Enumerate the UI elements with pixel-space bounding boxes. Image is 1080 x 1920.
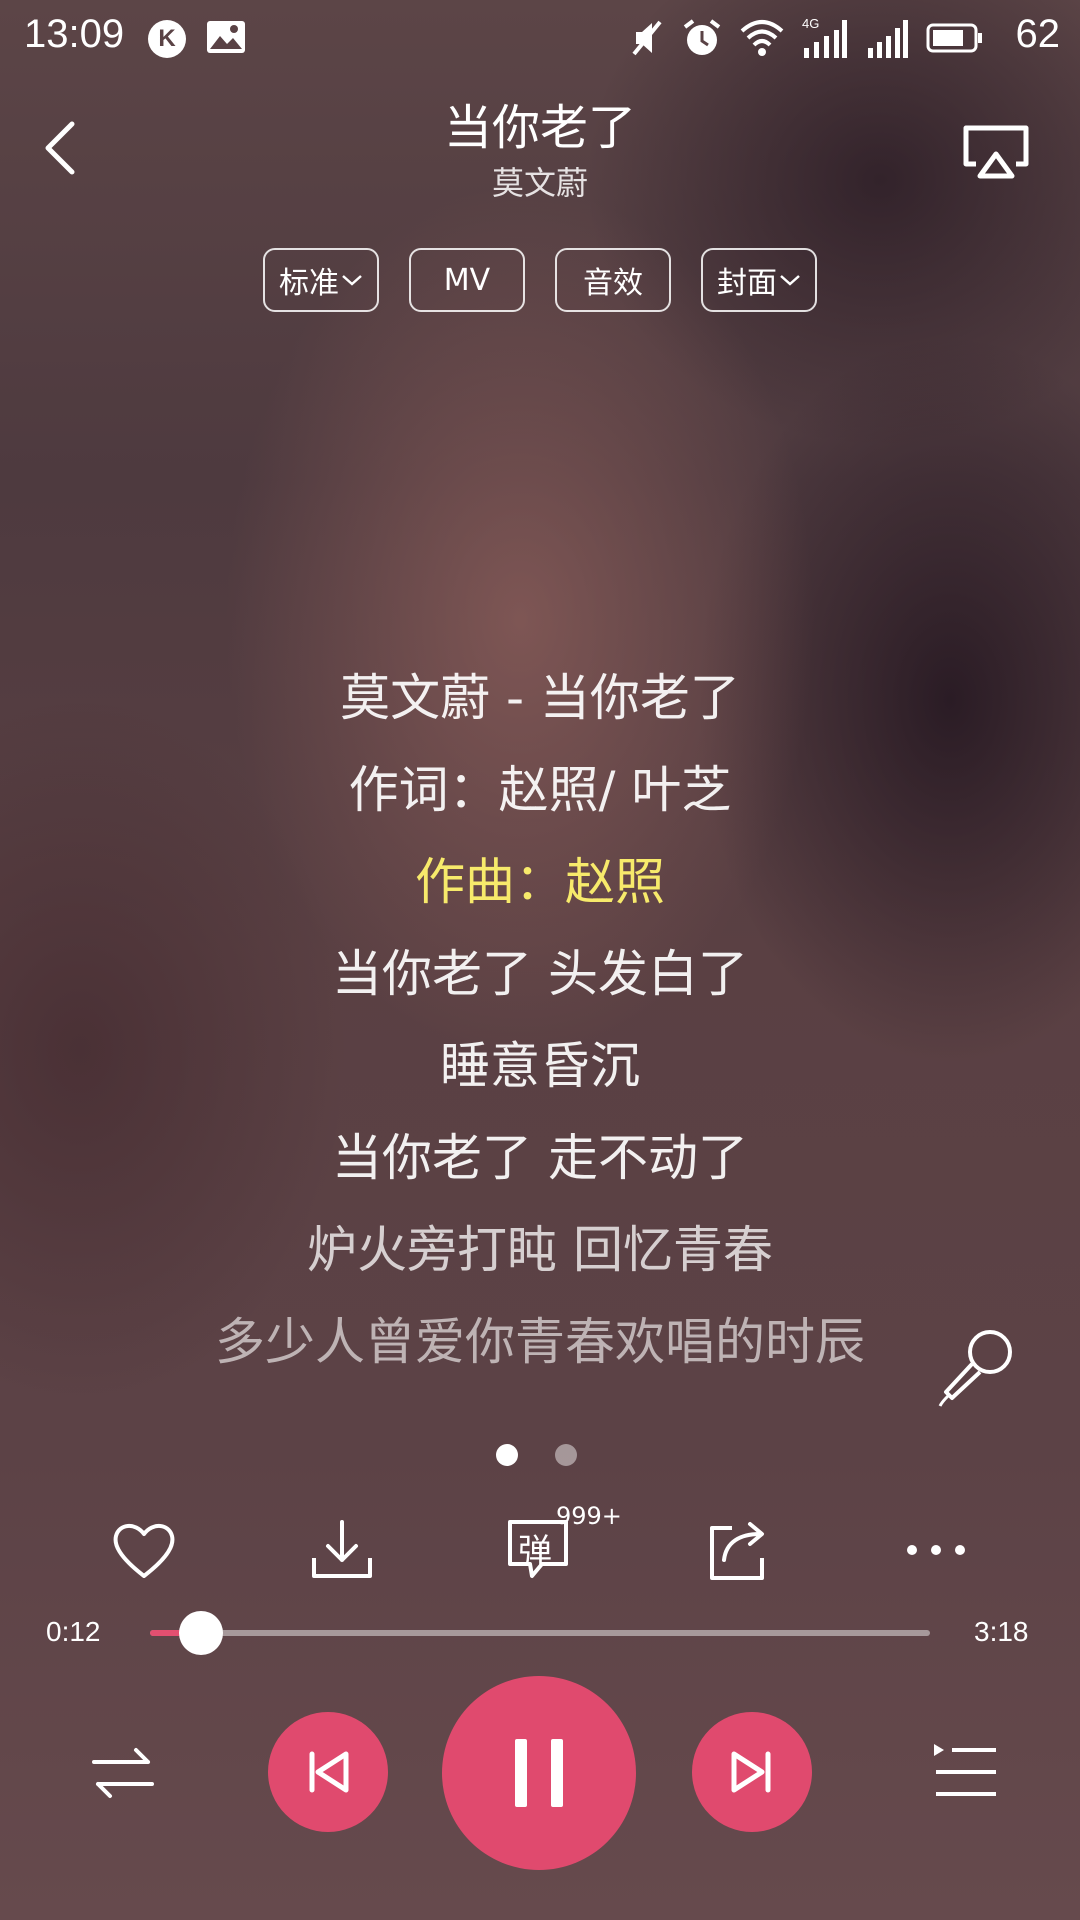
danmaku-count-badge: 999+ [556,1502,622,1530]
microphone-icon[interactable] [936,1326,1018,1408]
song-artist[interactable]: 莫文蔚 [0,158,1080,204]
song-title: 当你老了 [443,100,636,156]
lyric-line: 睡意昏沉 [440,1037,640,1095]
alarm-icon [683,19,721,55]
lyric-line: 炉火旁打盹 回忆青春 [307,1221,773,1279]
mode-chips: 标准 MV 音效 封面 [0,248,1080,312]
signal-icon [868,20,908,58]
lyric-line: 莫文蔚 - 当你老了 [340,669,740,727]
chip-mv[interactable]: MV [409,248,525,312]
image-icon [207,21,245,53]
previous-button[interactable] [268,1712,388,1832]
status-bar: 13:09 K 4G 62 [0,0,1080,80]
status-time: 13:09 [24,12,125,56]
next-button[interactable] [692,1712,812,1832]
skip-previous-icon [309,1751,349,1793]
chip-label: 音效 [583,266,643,301]
wifi-icon [740,20,784,56]
lyrics-panel[interactable]: 莫文蔚 - 当你老了 作词：赵照/ 叶芝 作曲：赵照 当你老了 头发白了 睡意昏… [0,652,1080,1388]
duration-time: 3:18 [974,1616,1029,1647]
chevron-down-icon [342,275,362,286]
download-icon[interactable] [306,1514,378,1586]
battery-icon [926,23,982,53]
signal-4g-icon: 4G [802,16,847,58]
play-mode-icon[interactable] [88,1738,158,1808]
chip-sound-effect[interactable]: 音效 [555,248,671,312]
battery-percent: 62 [1015,12,1061,56]
lyric-line: 当你老了 走不动了 [332,1129,748,1187]
airplay-icon[interactable] [962,124,1030,180]
share-icon[interactable] [702,1514,774,1586]
playlist-icon[interactable] [930,1738,1000,1808]
chip-quality[interactable]: 标准 [263,248,379,312]
chip-label: 标准 [279,266,339,301]
lyric-line-current: 作曲：赵照 [415,853,665,911]
current-time: 0:12 [46,1616,101,1647]
pause-icon [515,1739,563,1807]
chevron-down-icon [780,275,800,286]
danmaku-label: 弹 [518,1532,552,1572]
page-dot[interactable] [555,1444,577,1466]
k-app-icon: K [148,20,186,58]
chip-label: 封面 [717,266,777,301]
page-dot-active[interactable] [496,1444,518,1466]
chip-cover[interactable]: 封面 [701,248,817,312]
progress-track[interactable] [150,1630,930,1636]
lyric-line: 作词：赵照/ 叶芝 [348,761,732,819]
lyric-line: 当你老了 头发白了 [332,945,748,1003]
more-icon[interactable] [900,1514,972,1586]
skip-next-icon [731,1751,771,1793]
mute-icon [632,20,662,56]
status-icons: 4G [630,16,984,60]
chip-label: MV [443,262,491,298]
svg-text:4G: 4G [802,16,819,31]
pause-button[interactable] [442,1676,636,1870]
heart-icon[interactable] [108,1514,180,1586]
progress-thumb[interactable] [179,1611,223,1655]
lyric-line: 多少人曾爱你青春欢唱的时辰 [215,1313,865,1371]
